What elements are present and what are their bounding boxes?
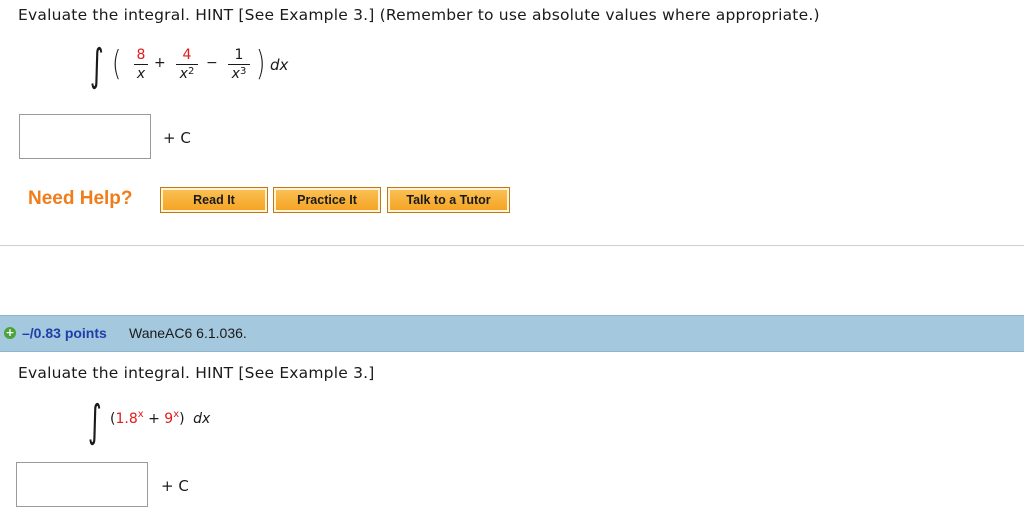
- read-it-button[interactable]: Read It: [160, 187, 268, 213]
- op-plus-2: +: [148, 411, 160, 427]
- dx-label: dx: [270, 56, 289, 74]
- term1-denominator: x: [136, 66, 146, 82]
- term3-numerator: 1: [234, 47, 244, 63]
- expand-plus-icon[interactable]: +: [4, 327, 16, 339]
- fraction-term2: 4 x2: [176, 47, 198, 84]
- answer-input-1[interactable]: [19, 114, 151, 159]
- question2-prompt: Evaluate the integral. HINT [See Example…: [18, 364, 375, 382]
- integral-symbol-2: ∫: [88, 396, 102, 447]
- question1-prompt: Evaluate the integral. HINT [See Example…: [18, 6, 820, 24]
- plus-c-label: + C: [163, 129, 191, 147]
- term2-numerator: 4: [182, 47, 192, 63]
- op2: −: [206, 55, 218, 71]
- talk-to-tutor-button[interactable]: Talk to a Tutor: [387, 187, 510, 213]
- close-paren: ): [255, 44, 266, 84]
- open-paren: (: [111, 44, 122, 84]
- integrand-2: (1.8x + 9x) dx: [110, 409, 211, 427]
- question2-header: + –/0.83 points WaneAC6 6.1.036.: [0, 315, 1024, 352]
- term2-den-base: x: [179, 66, 188, 82]
- integral-symbol: ∫: [90, 40, 104, 91]
- section-divider: [0, 245, 1024, 246]
- term2-den-exp: 2: [187, 66, 195, 77]
- term3-den-exp: 3: [239, 66, 247, 77]
- dx-label-2: dx: [193, 411, 211, 427]
- base1: 1.8: [115, 411, 138, 427]
- answer-input-2[interactable]: [16, 462, 148, 507]
- base2: 9: [164, 411, 174, 427]
- fraction-term1: 8 x: [134, 47, 148, 82]
- fraction-term3: 1 x3: [228, 47, 250, 84]
- term1-numerator: 8: [136, 47, 146, 63]
- exp1: x: [137, 409, 144, 420]
- term3-den-base: x: [231, 66, 240, 82]
- close-paren-2: ): [179, 411, 185, 427]
- question-id: WaneAC6 6.1.036.: [129, 325, 247, 341]
- practice-it-button[interactable]: Practice It: [273, 187, 381, 213]
- op1: +: [154, 55, 166, 71]
- points-label: –/0.83 points: [22, 325, 107, 341]
- plus-c-label-2: + C: [161, 477, 189, 495]
- exp2: x: [173, 409, 180, 420]
- need-help-label: Need Help?: [28, 188, 133, 209]
